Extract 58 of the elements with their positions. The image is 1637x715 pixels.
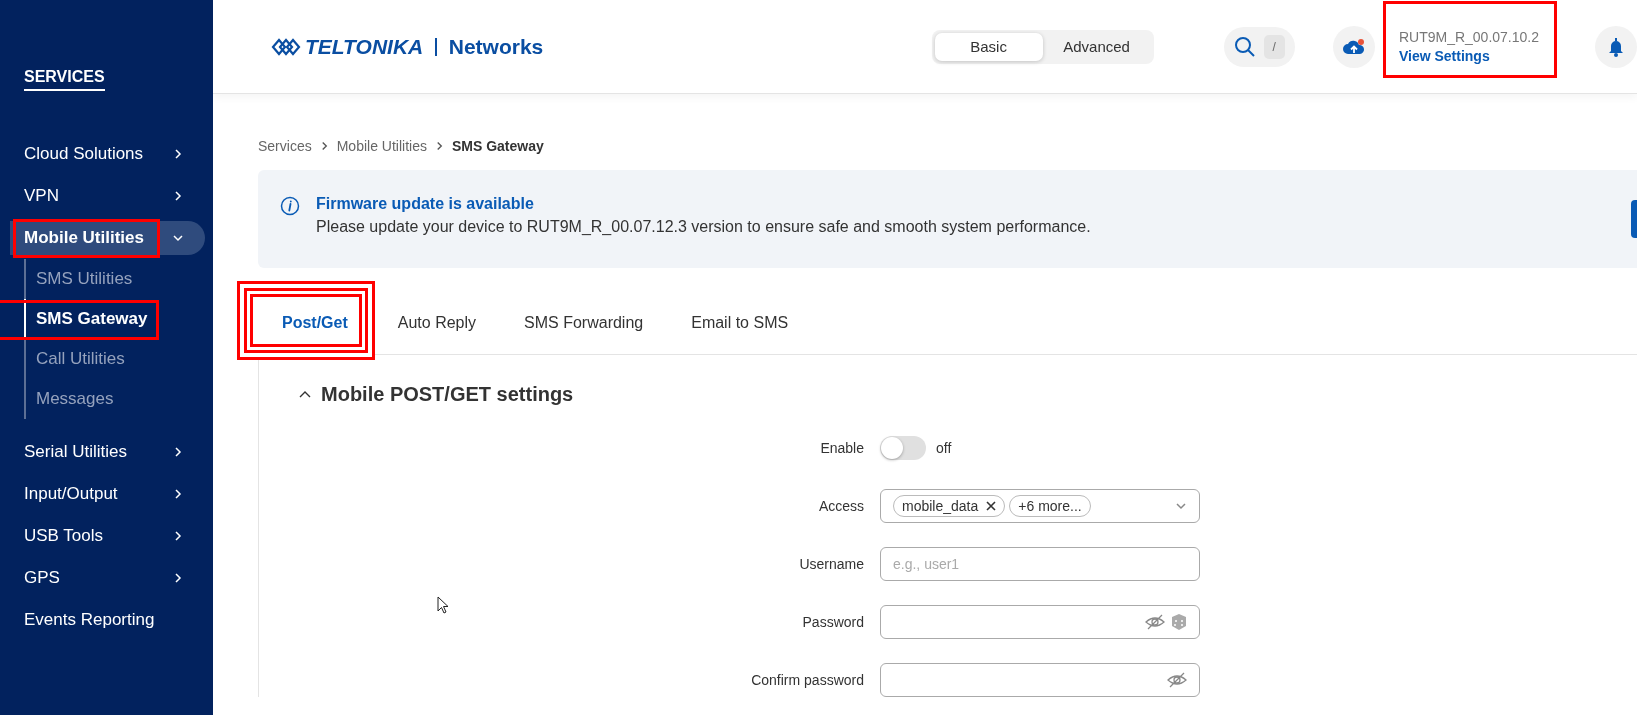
password-field[interactable] xyxy=(880,605,1200,639)
logo-separator xyxy=(435,37,437,56)
mouse-pointer-icon xyxy=(437,596,449,614)
chevron-down-icon xyxy=(173,233,183,243)
sidebar-heading: SERVICES xyxy=(24,68,105,91)
sidebar-subitem[interactable]: Call Utilities xyxy=(24,339,213,379)
eye-slash-icon xyxy=(1145,613,1165,631)
tab[interactable]: Auto Reply xyxy=(373,292,501,354)
sidebar-item[interactable]: Input/Output xyxy=(0,473,205,515)
breadcrumb-link[interactable]: Services xyxy=(258,138,312,154)
notifications-button[interactable] xyxy=(1595,25,1637,68)
toggle-switch[interactable] xyxy=(880,436,926,460)
field-label: Confirm password xyxy=(750,672,864,688)
sidebar-item[interactable]: Events Reporting xyxy=(0,599,205,641)
multiselect-field[interactable]: mobile_data +6 more... xyxy=(880,489,1200,523)
firmware-version: RUT9M_R_00.07.10.2 xyxy=(1398,29,1539,45)
sidebar-subitem[interactable]: SMS Gateway xyxy=(24,299,213,339)
field-label: Password xyxy=(801,614,864,630)
mode-button[interactable]: Advanced xyxy=(1042,32,1151,61)
field-label: Access xyxy=(817,498,864,514)
view-settings-link[interactable]: View Settings xyxy=(1398,48,1539,64)
tab[interactable]: SMS Forwarding xyxy=(500,292,668,354)
field-label: Enable xyxy=(819,440,864,456)
logo-brand: TELTONIKA xyxy=(305,34,424,59)
search-icon xyxy=(1233,35,1256,58)
sidebar-item[interactable]: VPN xyxy=(0,175,205,217)
banner-message: Please update your device to RUT9M_R_00.07.12.3 version to ensure safe and smooth system performance. xyxy=(316,218,1091,236)
eye-slash-icon xyxy=(1167,671,1187,689)
sidebar-item[interactable]: Serial Utilities xyxy=(0,431,205,473)
password-field[interactable] xyxy=(880,663,1200,697)
chevron-right-icon xyxy=(173,447,183,457)
chevron-right-icon xyxy=(173,149,183,159)
chevron-down-icon xyxy=(1175,501,1187,511)
field-label: Username xyxy=(798,556,864,572)
sidebar-item[interactable]: USB Tools xyxy=(0,515,205,557)
info-icon xyxy=(280,196,300,216)
chevron-right-icon xyxy=(173,531,183,541)
logo-mark-icon xyxy=(271,37,301,56)
sidebar-item[interactable]: GPS xyxy=(0,557,205,599)
chevron-right-icon xyxy=(173,191,183,201)
sidebar-item[interactable]: Cloud Solutions xyxy=(0,133,205,175)
mode-button[interactable]: Basic xyxy=(934,32,1043,61)
search-button[interactable]: / xyxy=(1223,26,1295,67)
username-field[interactable]: e.g., user1 xyxy=(880,547,1200,581)
shortcut-key: / xyxy=(1263,34,1285,59)
section-header[interactable]: Mobile POST/GET settings xyxy=(299,383,1637,406)
tab[interactable]: Post/Get xyxy=(282,292,374,354)
chevron-right-icon xyxy=(173,489,183,499)
chevron-right-icon xyxy=(173,573,183,583)
tab[interactable]: Email to SMS xyxy=(667,292,813,354)
banner-title: Firmware update is available xyxy=(316,195,535,213)
breadcrumb-link[interactable]: Mobile Utilities xyxy=(336,138,427,154)
sidebar-subitem[interactable]: Messages xyxy=(24,379,213,419)
sidebar-item[interactable]: Mobile Utilities xyxy=(10,221,205,255)
bell-icon xyxy=(1607,36,1625,57)
toggle-state-text: off xyxy=(936,440,952,456)
sidebar-subitem[interactable]: SMS Utilities xyxy=(24,259,213,299)
logo-text: Networks xyxy=(448,34,544,59)
